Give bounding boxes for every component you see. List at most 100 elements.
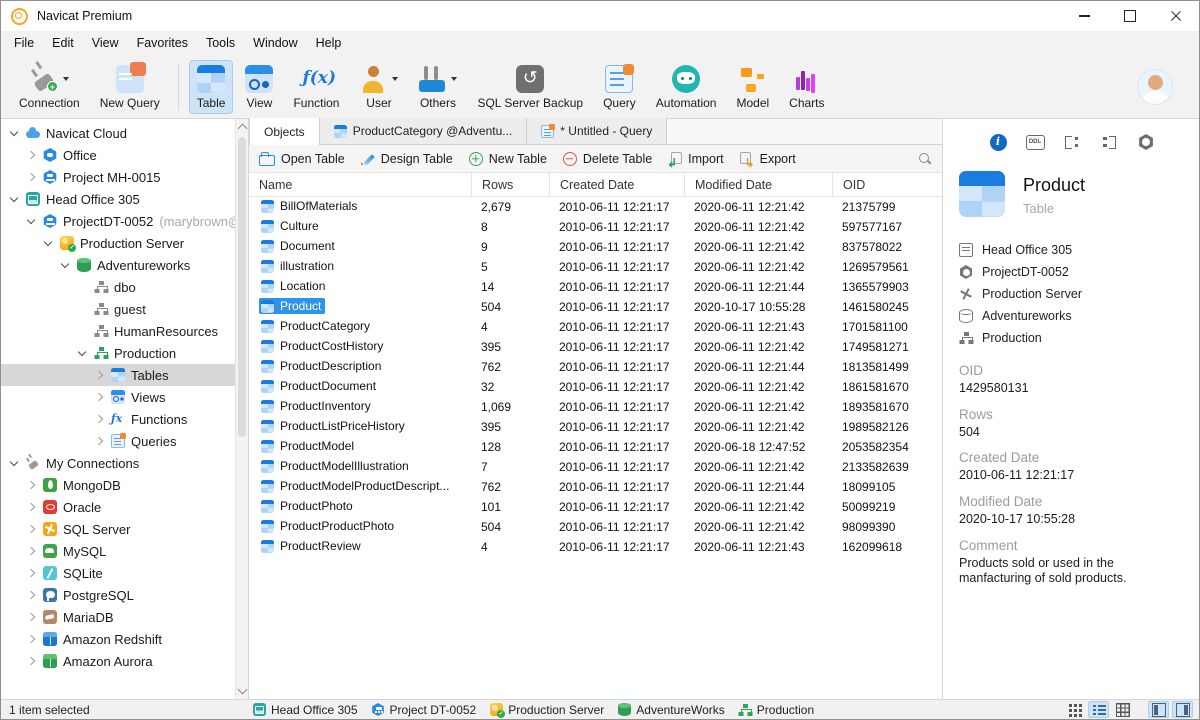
tree-arrow-box[interactable] xyxy=(92,436,105,446)
table-name-chip[interactable]: ProductModelIllustration xyxy=(259,458,413,474)
table-row[interactable]: ProductProductPhoto 504 2010-06-11 12:21:1… xyxy=(249,517,942,537)
sidebar-item-amazon-aurora[interactable]: Amazon Aurora xyxy=(1,650,248,672)
sidebar-item-humanresources[interactable]: HumanResources xyxy=(1,320,248,342)
table-row[interactable]: Location 14 2010-06-11 12:21:17 2020-06-11 … xyxy=(249,277,942,297)
column-header-oid[interactable]: OID xyxy=(832,173,942,196)
right-panel-button[interactable] xyxy=(1172,701,1193,718)
chevron-right-icon[interactable] xyxy=(26,590,35,600)
table-name-chip[interactable]: ProductCategory xyxy=(259,318,374,334)
toolbar-charts-button[interactable]: Charts xyxy=(781,60,832,114)
table-row[interactable]: BillOfMaterials 2,679 2010-06-11 12:21:17 2… xyxy=(249,197,942,217)
tree-arrow-box[interactable] xyxy=(75,306,88,312)
chevron-right-icon[interactable] xyxy=(94,414,103,424)
table-row[interactable]: ProductDescription 762 2010-06-11 12:21:17… xyxy=(249,357,942,377)
table-row[interactable]: ProductInventory 1,069 2010-06-11 12:21:17… xyxy=(249,397,942,417)
column-header-created-date[interactable]: Created Date xyxy=(549,173,684,196)
maximize-button[interactable] xyxy=(1107,1,1153,31)
minimize-button[interactable] xyxy=(1061,1,1107,31)
chevron-down-icon[interactable] xyxy=(43,237,52,246)
table-row[interactable]: ProductListPriceHistory 395 2010-06-11 12:… xyxy=(249,417,942,437)
toolbar-new-query-button[interactable]: New Query xyxy=(92,60,168,114)
chevron-down-icon[interactable] xyxy=(9,193,18,202)
tree-arrow-box[interactable] xyxy=(24,612,37,622)
chevron-right-icon[interactable] xyxy=(94,436,103,446)
chevron-right-icon[interactable] xyxy=(26,656,35,666)
toolbar-view-button[interactable]: View xyxy=(237,60,281,114)
table-row[interactable]: ProductReview 4 2010-06-11 12:21:17 2020-06… xyxy=(249,537,942,557)
table-name-chip[interactable]: ProductPhoto xyxy=(259,498,357,514)
tab-productcategory-adventu[interactable]: ProductCategory @Adventu... xyxy=(319,118,528,144)
menu-tools[interactable]: Tools xyxy=(197,33,244,53)
breadcrumb-head-office-305[interactable]: Head Office 305 xyxy=(253,703,358,717)
chevron-down-icon[interactable] xyxy=(9,127,18,136)
table-row[interactable]: ProductModel 128 2010-06-11 12:21:17 2020-0… xyxy=(249,437,942,457)
sidebar-item-dbo[interactable]: dbo xyxy=(1,276,248,298)
search-icon[interactable] xyxy=(918,152,932,166)
table-name-chip[interactable]: ProductCostHistory xyxy=(259,338,387,354)
table-name-chip[interactable]: ProductDocument xyxy=(259,378,380,394)
table-name-chip[interactable]: Document xyxy=(259,238,339,254)
sidebar-item-mongodb[interactable]: MongoDB xyxy=(1,474,248,496)
scroll-thumb[interactable] xyxy=(238,137,246,437)
sidebar-item-production-server[interactable]: Production Server xyxy=(1,232,248,254)
grid-view-button[interactable] xyxy=(1064,701,1085,718)
chevron-right-icon[interactable] xyxy=(26,568,35,578)
new-table-button[interactable]: New Table xyxy=(468,151,547,166)
details-tab-nut[interactable] xyxy=(1134,131,1158,153)
table-name-chip[interactable]: ProductModel xyxy=(259,438,358,454)
tree-arrow-box[interactable] xyxy=(24,524,37,534)
table-row[interactable]: ProductCostHistory 395 2010-06-11 12:21:17… xyxy=(249,337,942,357)
table-row[interactable]: Document 9 2010-06-11 12:21:17 2020-06-11 1… xyxy=(249,237,942,257)
chevron-right-icon[interactable] xyxy=(26,546,35,556)
chevron-right-icon[interactable] xyxy=(26,524,35,534)
sidebar-item-views[interactable]: Views xyxy=(1,386,248,408)
dropdown-caret-icon[interactable] xyxy=(62,76,69,81)
toolbar-others-button[interactable]: Others xyxy=(410,60,465,114)
table-row[interactable]: illustration 5 2010-06-11 12:21:17 2020-06-… xyxy=(249,257,942,277)
tree-arrow-box[interactable] xyxy=(7,193,20,202)
open-table-button[interactable]: Open Table xyxy=(259,151,345,166)
dropdown-caret-icon[interactable] xyxy=(392,76,399,81)
chevron-down-icon[interactable] xyxy=(60,259,69,268)
breadcrumb-production-server[interactable]: Production Server xyxy=(490,703,604,718)
toolbar-query-button[interactable]: Query xyxy=(595,60,644,114)
tree-arrow-box[interactable] xyxy=(24,546,37,556)
list-view-button[interactable] xyxy=(1088,701,1109,718)
table-name-chip[interactable]: Location xyxy=(259,278,329,294)
toolbar-table-button[interactable]: Table xyxy=(188,59,234,114)
tree-arrow-box[interactable] xyxy=(58,259,71,268)
tree-arrow-box[interactable] xyxy=(92,392,105,402)
breadcrumb-adventureworks[interactable]: AdventureWorks xyxy=(618,703,725,717)
tree-arrow-box[interactable] xyxy=(92,414,105,424)
chevron-right-icon[interactable] xyxy=(26,634,35,644)
toolbar-automation-button[interactable]: Automation xyxy=(648,60,725,114)
table-row[interactable]: ProductModelProductDescript... 762 2010-06… xyxy=(249,477,942,497)
breadcrumb-project-dt-0052[interactable]: Project DT-0052 xyxy=(372,703,476,717)
scroll-down-icon[interactable] xyxy=(237,684,248,695)
toolbar-connection-button[interactable]: Connection xyxy=(11,60,88,114)
tree-arrow-box[interactable] xyxy=(24,568,37,578)
sidebar-item-my-connections[interactable]: My Connections xyxy=(1,452,248,474)
sidebar-item-postgresql[interactable]: PostgreSQL xyxy=(1,584,248,606)
tree-arrow-box[interactable] xyxy=(24,150,37,160)
tree-arrow-box[interactable] xyxy=(24,480,37,490)
sidebar-item-navicat-cloud[interactable]: Navicat Cloud xyxy=(1,122,248,144)
tab-objects[interactable]: Objects xyxy=(249,118,320,145)
tree-arrow-box[interactable] xyxy=(7,457,20,466)
table-name-chip[interactable]: ProductModelProductDescript... xyxy=(259,478,453,494)
chevron-right-icon[interactable] xyxy=(26,480,35,490)
details-tab-structout[interactable] xyxy=(1060,131,1084,153)
table-row[interactable]: ProductDocument 32 2010-06-11 12:21:17 2020… xyxy=(249,377,942,397)
chevron-right-icon[interactable] xyxy=(26,150,35,160)
toolbar-model-button[interactable]: Model xyxy=(728,60,777,114)
table-row[interactable]: ProductPhoto 101 2010-06-11 12:21:17 2020-0… xyxy=(249,497,942,517)
sidebar-item-mysql[interactable]: MySQL xyxy=(1,540,248,562)
column-header-name[interactable]: Name xyxy=(249,173,471,196)
table-name-chip[interactable]: ProductListPriceHistory xyxy=(259,418,409,434)
left-panel-button[interactable] xyxy=(1148,701,1169,718)
details-tab-info[interactable] xyxy=(986,131,1010,153)
sidebar-item-functions[interactable]: Functions xyxy=(1,408,248,430)
chevron-right-icon[interactable] xyxy=(94,392,103,402)
sidebar-item-tables[interactable]: Tables xyxy=(1,364,248,386)
column-header-rows[interactable]: Rows xyxy=(471,173,549,196)
